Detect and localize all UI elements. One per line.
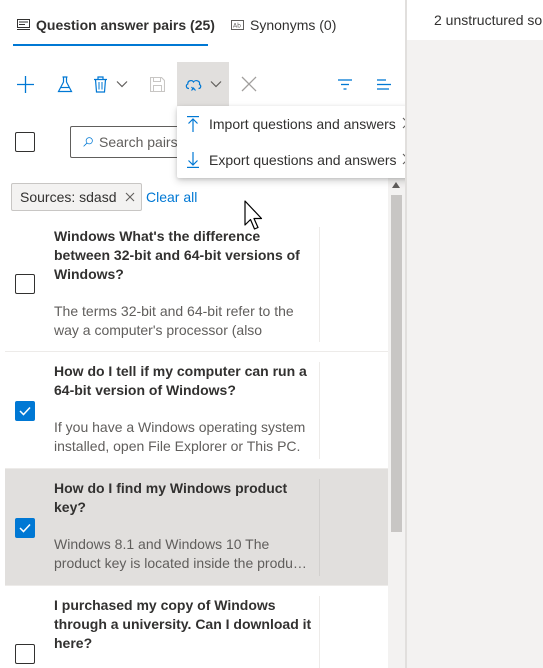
cancel-button[interactable] (236, 62, 262, 106)
row-separator (319, 227, 320, 342)
tab-question-answer-pairs[interactable]: Question answer pairs (25) (17, 14, 215, 36)
row-question: I purchased my copy of Windows through a… (54, 597, 312, 651)
row-checkbox[interactable] (15, 274, 35, 294)
row-separator (319, 479, 320, 576)
filter-button[interactable] (332, 62, 358, 106)
menu-item-label: Import questions and answers (209, 116, 396, 132)
tab-synonyms[interactable]: Ab Synonyms (0) (231, 14, 336, 36)
row-content: I purchased my copy of Windows through a… (54, 596, 312, 653)
source-filter-label: Sources: sdasd (20, 189, 117, 205)
align-icon (377, 78, 391, 90)
row-content: How do I tell if my computer can run a 6… (54, 362, 312, 456)
test-button[interactable] (50, 62, 80, 106)
toolbar (0, 62, 405, 106)
qa-panel: Question answer pairs (25) Ab Synonyms (… (0, 0, 419, 668)
tab-synonyms-label: Synonyms (0) (250, 17, 337, 33)
checkmark-icon (19, 523, 31, 533)
search-input[interactable] (99, 134, 189, 150)
row-answer: The terms 32-bit and 64-bit refer to the… (54, 303, 294, 338)
row-question: How do I find my Windows product key? (54, 480, 288, 515)
search-box[interactable] (70, 126, 190, 158)
source-filter-chip: Sources: sdasd (11, 183, 142, 211)
flask-icon (57, 75, 73, 92)
close-icon (241, 76, 257, 92)
row-checkbox[interactable] (15, 518, 35, 538)
view-options-button[interactable] (371, 62, 397, 106)
svg-text:Ab: Ab (233, 23, 241, 30)
row-content: Windows What's the difference between 32… (54, 227, 312, 340)
mouse-cursor-icon (244, 200, 263, 230)
add-button[interactable] (10, 62, 40, 106)
trash-icon (93, 75, 107, 93)
row-content: How do I find my Windows product key? Wi… (54, 479, 312, 573)
chevron-down-icon (116, 81, 127, 88)
qa-list: Windows What's the difference between 32… (5, 217, 388, 668)
table-row[interactable]: How do I tell if my computer can run a 6… (5, 352, 388, 469)
upload-icon (187, 116, 199, 132)
qa-list-icon (17, 17, 30, 33)
table-row[interactable]: How do I find my Windows product key? Wi… (5, 469, 388, 586)
select-all-checkbox[interactable] (15, 132, 35, 152)
table-row[interactable]: Windows What's the difference between 32… (5, 217, 388, 352)
menu-item-import[interactable]: Import questions and answers (177, 106, 419, 142)
save-icon (149, 76, 165, 92)
plus-icon (16, 75, 34, 93)
row-checkbox[interactable] (15, 644, 35, 664)
row-separator (319, 596, 320, 668)
table-row[interactable]: I purchased my copy of Windows through a… (5, 586, 388, 668)
scrollbar-thumb[interactable] (391, 195, 402, 532)
row-question: How do I tell if my computer can run a 6… (54, 363, 307, 398)
download-icon (187, 152, 199, 168)
row-answer: Windows 8.1 and Windows 10 The product k… (54, 536, 307, 571)
import-export-menu: Import questions and answers Export ques… (177, 106, 419, 178)
row-answer: If you have a Windows operating system i… (54, 419, 306, 454)
row-question: Windows What's the difference between 32… (54, 228, 300, 282)
menu-item-label: Export questions and answers (209, 152, 397, 168)
tab-qa-label: Question answer pairs (25) (36, 17, 215, 33)
scroll-up-icon[interactable] (392, 182, 400, 188)
save-button[interactable] (142, 62, 172, 106)
chevron-down-icon (210, 81, 221, 88)
checkmark-icon (19, 406, 31, 416)
search-icon (83, 137, 93, 147)
sources-panel: 2 unstructured so (407, 0, 543, 668)
filter-icon (338, 78, 352, 90)
cloud-sync-icon (185, 79, 201, 91)
row-separator (319, 362, 320, 459)
active-tab-indicator (13, 44, 208, 46)
synonyms-icon: Ab (231, 17, 244, 33)
import-export-button[interactable] (177, 62, 229, 106)
remove-filter-icon[interactable] (125, 189, 135, 205)
row-checkbox[interactable] (15, 401, 35, 421)
clear-all-link[interactable]: Clear all (146, 189, 197, 205)
sources-header: 2 unstructured so (407, 0, 543, 40)
list-scrollbar[interactable] (388, 178, 405, 668)
tab-bar: Question answer pairs (25) Ab Synonyms (… (0, 0, 405, 50)
delete-button[interactable] (88, 62, 132, 106)
menu-item-export[interactable]: Export questions and answers (177, 142, 419, 178)
